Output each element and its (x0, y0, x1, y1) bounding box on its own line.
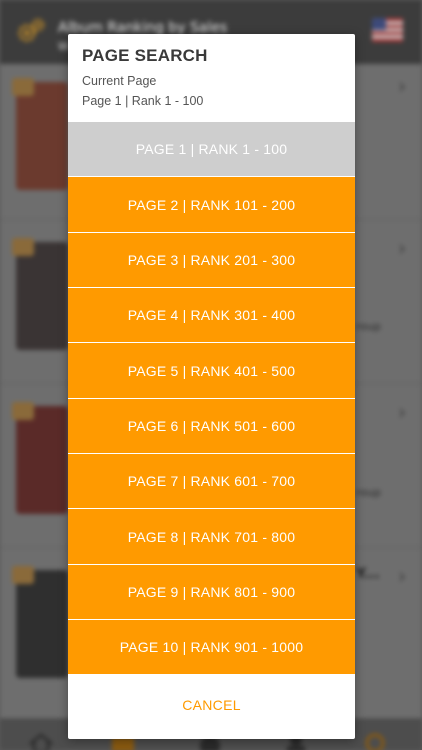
page-option-4[interactable]: PAGE 4 | RANK 301 - 400 (68, 288, 355, 344)
page-option-5[interactable]: PAGE 5 | RANK 401 - 500 (68, 343, 355, 399)
album-cover (16, 406, 68, 514)
rank-badge (12, 238, 34, 256)
current-page-label: Current Page (82, 74, 157, 88)
rank-badge (12, 78, 34, 96)
page-search-dialog: PAGE SEARCH Current Page Page 1 | Rank 1… (68, 34, 355, 739)
page-option-7[interactable]: PAGE 7 | RANK 601 - 700 (68, 454, 355, 510)
album-title-fragment: Y... (356, 566, 380, 582)
artist-text-fragment: roup (356, 320, 381, 333)
page-option-1[interactable]: PAGE 1 | RANK 1 - 100 (68, 122, 355, 178)
chevron-right-icon: › (398, 400, 406, 424)
home-icon[interactable] (28, 732, 54, 750)
page-option-8[interactable]: PAGE 8 | RANK 701 - 800 (68, 509, 355, 565)
gear-icon[interactable] (16, 18, 46, 50)
us-flag-icon[interactable] (372, 18, 403, 42)
rank-badge (12, 402, 34, 420)
dialog-header: PAGE SEARCH Current Page Page 1 | Rank 1… (68, 34, 355, 122)
dialog-title: PAGE SEARCH (82, 46, 208, 65)
chevron-right-icon: › (398, 74, 406, 98)
chevron-right-icon: › (398, 236, 406, 260)
artist-text-fragment: roup (356, 486, 381, 499)
search-icon[interactable] (362, 732, 388, 750)
page-option-6[interactable]: PAGE 6 | RANK 501 - 600 (68, 398, 355, 455)
page-option-list: PAGE 1 | RANK 1 - 100 PAGE 2 | RANK 101 … (68, 122, 355, 676)
page-option-3[interactable]: PAGE 3 | RANK 201 - 300 (68, 232, 355, 289)
album-cover (16, 570, 68, 678)
page-option-9[interactable]: PAGE 9 | RANK 801 - 900 (68, 564, 355, 621)
album-cover (16, 242, 68, 350)
album-cover (16, 82, 68, 190)
page-option-2[interactable]: PAGE 2 | RANK 101 - 200 (68, 177, 355, 233)
cancel-button[interactable]: CANCEL (68, 675, 355, 736)
page-option-10[interactable]: PAGE 10 | RANK 901 - 1000 (68, 620, 355, 676)
current-page-value: Page 1 | Rank 1 - 100 (82, 94, 204, 108)
chevron-right-icon: › (398, 564, 406, 588)
rank-badge (12, 566, 34, 584)
